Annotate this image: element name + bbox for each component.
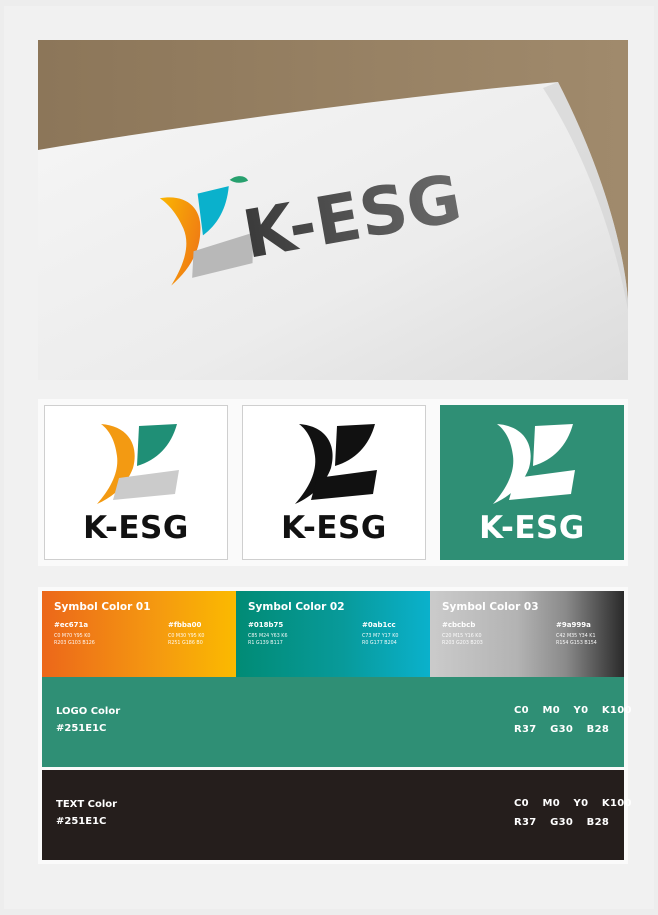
k-symbol-color-icon [97, 424, 179, 504]
logo-color-band: LOGO Color #251E1C C0 M0 Y0 K100 R37 G30… [42, 677, 631, 767]
swatch-code-right: C42 M35 Y34 K1 R154 G153 B154 [556, 634, 597, 646]
text-color-rgb: R37 G30 B28 [514, 817, 610, 828]
symbol-color-02: Symbol Color 02 #018b75 #0ab1cc C85 M24 … [236, 591, 430, 677]
symbol-color-swatches: Symbol Color 01 #ec671a #fbba00 C0 M70 Y… [42, 591, 624, 677]
swatch-code-right: C0 M30 Y95 K0 R251 G186 B0 [168, 634, 205, 646]
k-symbol-black-icon [295, 424, 377, 504]
symbol-color-03: Symbol Color 03 #cbcbcb #9a999a C20 M15 … [430, 591, 624, 677]
text-color-band: TEXT Color #251E1C C0 M0 Y0 K100 R37 G30… [42, 770, 631, 860]
logo-variant-reversed: K-ESG [440, 405, 624, 560]
logo-variant-color: K-ESG [44, 405, 228, 560]
swatch-title: Symbol Color 02 [248, 601, 345, 613]
swatch-code-left: C0 M70 Y95 K0 R203 G103 B126 [54, 634, 95, 646]
swatch-title: Symbol Color 03 [442, 601, 539, 613]
wordmark-white: K-ESG [479, 510, 585, 546]
swatch-hex-left: #cbcbcb [442, 621, 476, 629]
logo-mockup-photo: K-ESG [38, 40, 628, 380]
wordmark-color: K-ESG [83, 510, 189, 546]
logo-color-title: LOGO Color [56, 706, 121, 717]
swatch-hex-right: #0ab1cc [362, 621, 396, 629]
text-color-title: TEXT Color [56, 799, 118, 810]
swatch-title: Symbol Color 01 [54, 601, 151, 613]
logo-color-hex: #251E1C [56, 723, 107, 734]
swatch-hex-left: #018b75 [248, 621, 284, 629]
swatch-hex-left: #ec671a [54, 621, 89, 629]
swatch-code-left: C85 M24 Y63 K6 R1 G139 B117 [248, 634, 288, 646]
logo-variants: K-ESG K-ESG K-ESG [38, 399, 628, 566]
symbol-color-01: Symbol Color 01 #ec671a #fbba00 C0 M70 Y… [42, 591, 236, 677]
color-palette: Symbol Color 01 #ec671a #fbba00 C0 M70 Y… [38, 587, 631, 864]
text-color-cmyk: C0 M0 Y0 K100 [514, 798, 632, 809]
swatch-code-left: C20 M15 Y16 K0 R203 G203 B203 [442, 634, 483, 646]
text-color-hex: #251E1C [56, 816, 107, 827]
mockup-illustration: K-ESG [38, 40, 628, 380]
wordmark-black: K-ESG [281, 510, 387, 546]
k-symbol-white-icon [493, 424, 575, 504]
swatch-hex-right: #9a999a [556, 621, 591, 629]
swatch-code-right: C73 M7 Y17 K0 R0 G177 B204 [362, 634, 399, 646]
logo-color-cmyk: C0 M0 Y0 K100 [514, 705, 632, 716]
logo-color-rgb: R37 G30 B28 [514, 724, 610, 735]
logo-variant-black: K-ESG [242, 405, 426, 560]
swatch-hex-right: #fbba00 [168, 621, 202, 629]
